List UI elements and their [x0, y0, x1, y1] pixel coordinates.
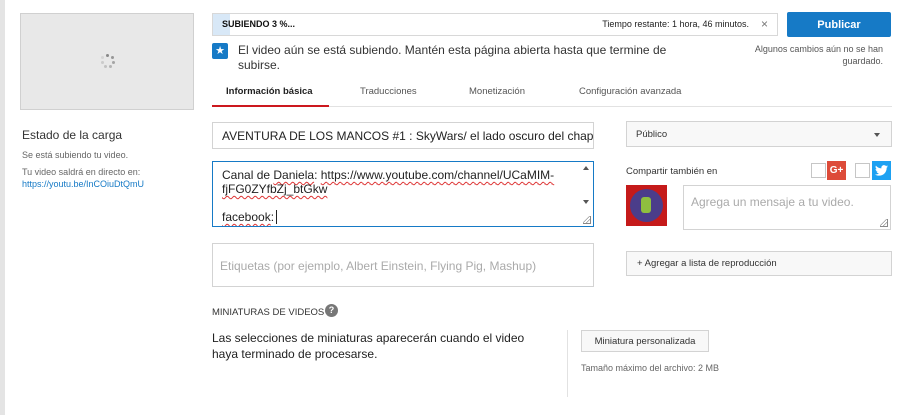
privacy-select[interactable]: Público [626, 121, 892, 147]
live-link[interactable]: https://youtu.be/InCOiuDtQmU [22, 178, 202, 190]
thumbnails-processing-message: Las selecciones de miniaturas aparecerán… [212, 331, 525, 361]
gplus-share-checkbox[interactable] [811, 163, 826, 178]
description-line-1: Canal de Daniela: https://www.youtube.co… [222, 168, 584, 182]
upload-status-text: Se está subiendo tu video. [22, 150, 129, 160]
max-file-size-note: Tamaño máximo del archivo: 2 MB [581, 363, 720, 373]
avatar-figure [641, 197, 651, 213]
publish-button[interactable]: Publicar [787, 12, 891, 37]
tab-basic-info[interactable]: Información básica [226, 86, 313, 97]
google-plus-icon[interactable]: G+ [827, 161, 846, 180]
tab-monetization[interactable]: Monetización [469, 86, 525, 97]
tags-input[interactable]: Etiquetas (por ejemplo, Albert Einstein,… [212, 243, 594, 287]
scroll-down-arrow-icon[interactable] [583, 200, 589, 204]
loading-spinner-icon [101, 54, 115, 68]
description-text: Canal de [222, 168, 274, 182]
description-text: Daniela [273, 168, 315, 182]
star-icon: ★ [212, 43, 228, 59]
description-line-2: fjFG0ZYfbZj_btGkw [222, 182, 328, 196]
upload-progress-bar: SUBIENDO 3 %... Tiempo restante: 1 hora,… [212, 13, 778, 36]
share-also-label: Compartir también en [626, 166, 718, 177]
upload-status-panel: Estado de la carga Se está subiendo tu v… [22, 128, 202, 190]
avatar [626, 185, 667, 226]
scroll-up-arrow-icon[interactable] [583, 166, 589, 170]
settings-tabs: Información básica Traducciones Monetiza… [212, 80, 892, 107]
description-line-4: facebook: [222, 210, 584, 224]
upload-status-title: Estado de la carga [22, 128, 123, 142]
time-remaining: Tiempo restante: 1 hora, 46 minutos. [602, 19, 749, 29]
video-title-input[interactable]: AVENTURA DE LOS MANCOS #1 : SkyWars/ el … [212, 122, 594, 149]
share-message-input[interactable]: Agrega un mensaje a tu video. [683, 185, 891, 230]
cancel-upload-close-icon[interactable]: × [761, 17, 768, 31]
video-description-textarea[interactable]: Canal de Daniela: https://www.youtube.co… [212, 161, 594, 227]
thumbnails-divider [567, 330, 568, 397]
tab-advanced-settings[interactable]: Configuración avanzada [579, 86, 681, 97]
video-thumbnails-heading: MINIATURAS DE VIDEOS [212, 307, 325, 318]
text-cursor [276, 210, 278, 224]
custom-thumbnail-button[interactable]: Miniatura personalizada [581, 330, 709, 352]
description-line-3 [222, 196, 584, 210]
unsaved-changes-note: Algunos cambios aún no se han guardado. [754, 44, 883, 66]
upload-info-message: El video aún se está subiendo. Mantén es… [238, 43, 667, 72]
privacy-value: Público [636, 129, 668, 140]
live-note: Tu video saldrá en directo en: [22, 167, 141, 177]
add-to-playlist-button[interactable]: + Agregar a lista de reproducción [626, 251, 892, 276]
share-message-placeholder: Agrega un mensaje a tu video. [691, 195, 854, 209]
chevron-down-icon [874, 133, 880, 137]
tab-translations[interactable]: Traducciones [360, 86, 417, 97]
resize-grip-icon[interactable] [880, 219, 888, 227]
video-thumbnail-preview [20, 13, 194, 110]
help-icon[interactable]: ? [325, 304, 338, 317]
description-text: : [314, 168, 321, 182]
twitter-icon[interactable] [872, 161, 891, 180]
description-text: : [270, 210, 275, 224]
description-scrollbar[interactable] [580, 162, 593, 208]
upload-progress-text: SUBIENDO 3 %... [222, 19, 296, 29]
active-tab-indicator [212, 105, 329, 107]
resize-grip-icon[interactable] [583, 216, 591, 224]
description-text: facebook [222, 210, 271, 224]
left-edge-bar [0, 0, 5, 415]
twitter-share-checkbox[interactable] [855, 163, 870, 178]
description-link: https://www.youtube.com/channel/UCaMIM- [320, 168, 555, 182]
